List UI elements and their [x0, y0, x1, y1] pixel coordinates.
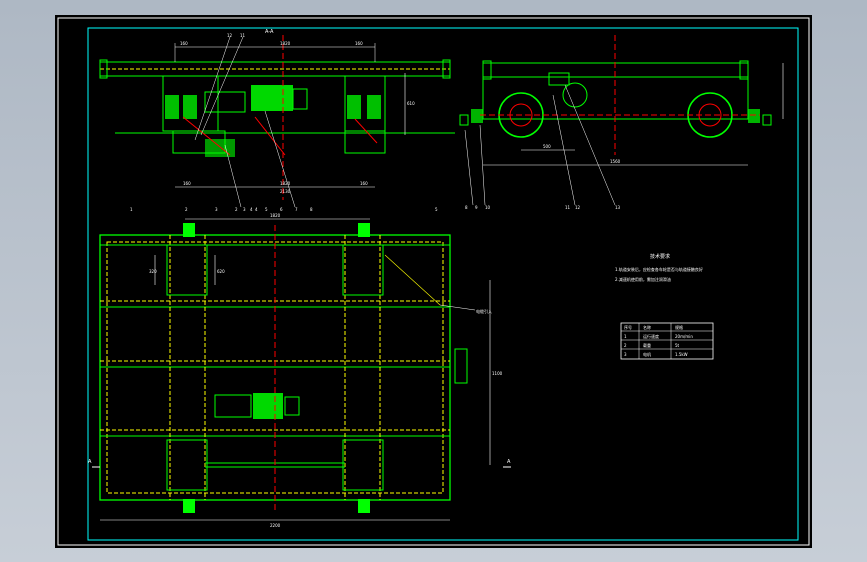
balloon-plan-1: 2: [185, 207, 188, 212]
balloon-side-4: 12: [575, 205, 581, 210]
section-mark-left: A: [88, 459, 92, 465]
cad-viewport[interactable]: A-A 160 1820 160 160 1820 160 2130 610 500 1560 182…: [0, 0, 867, 562]
section-mark-right: A: [507, 459, 511, 465]
dim-plan-right: 1100: [492, 371, 503, 376]
balloon-side-1: 9: [475, 205, 478, 210]
dim-front-height: 610: [407, 101, 415, 106]
balloon-front-3: 3: [243, 207, 246, 212]
balloon-plan-2: 3: [215, 207, 218, 212]
balloon-front-1: 12: [227, 33, 233, 38]
dim-side-total: 1560: [610, 159, 621, 164]
front-view: [99, 35, 455, 208]
dim-plan-bottom: 2200: [270, 523, 281, 528]
dim-plan-left-a: 320: [149, 269, 157, 274]
balloon-front-5: 5: [265, 207, 268, 212]
tech-requirements: 技术要求 1.轨道安装后，应检查各车轮是否与轨道接触良好 2.减速机使用前，需加…: [615, 253, 703, 282]
balloon-front-0: 11: [240, 33, 246, 38]
table-header-2: 规格: [675, 324, 683, 330]
dim-plan-left-b: 620: [217, 269, 225, 274]
table-cell-0-1: 运行速度: [643, 333, 659, 339]
section-label: A-A: [265, 29, 274, 35]
dim-front-bottom-2: 1820: [280, 181, 291, 186]
parameter-table: 序号 名称 规格 1 运行速度 20m/min 2 载重 5t 3 电机 1.5kW: [620, 322, 714, 360]
table-cell-1-2: 5t: [675, 343, 680, 348]
balloon-side-5: 13: [615, 205, 621, 210]
dim-front-bottom-1: 160: [183, 181, 191, 186]
balloon-plan-3: 4: [255, 207, 258, 212]
balloon-front-6: 6: [280, 207, 283, 212]
dim-side-wheelbase: 500: [543, 144, 551, 149]
callout-label: 电缆引入: [476, 308, 492, 314]
table-cell-0-0: 1: [624, 334, 627, 339]
tech-title: 技术要求: [650, 253, 670, 260]
dim-front-top-3: 160: [355, 41, 363, 46]
side-view: [459, 35, 784, 206]
drawing-canvas: A-A160 1820 160160 1820 16021306105001560182…: [57, 17, 810, 546]
dim-plan-top: 1820: [270, 213, 281, 218]
balloon-front-2: 2: [235, 207, 238, 212]
balloon-plan-4: 5: [435, 207, 438, 212]
dim-front-bottom-3: 160: [360, 181, 368, 186]
drawing-sheet: A-A 160 1820 160 160 1820 160 2130 610 500 1560 182…: [55, 15, 812, 548]
table-cell-2-0: 3: [624, 352, 627, 357]
table-header-0: 序号: [624, 324, 632, 330]
balloon-side-2: 10: [485, 205, 491, 210]
tech-line-1: 1.轨道安装后，应检查各车轮是否与轨道接触良好: [615, 266, 703, 272]
table-cell-2-2: 1.5kW: [675, 352, 688, 357]
balloon-side-0: 8: [465, 205, 468, 210]
table-cell-2-1: 电机: [643, 351, 651, 357]
table-cell-1-0: 2: [624, 343, 627, 348]
balloon-front-8: 8: [310, 207, 313, 212]
dim-front-top-2: 1820: [280, 41, 291, 46]
table-cell-1-1: 载重: [643, 342, 651, 348]
balloon-front-7: 7: [295, 207, 298, 212]
balloon-front-4: 4: [250, 207, 253, 212]
table-cell-0-2: 20m/min: [675, 334, 693, 339]
table-header-1: 名称: [643, 324, 651, 330]
dim-front-total: 2130: [280, 189, 291, 194]
balloon-plan-0: 1: [130, 207, 133, 212]
plan-view: [92, 218, 511, 521]
dim-front-top-1: 160: [180, 41, 188, 46]
tech-line-2: 2.减速机使用前，需加注润滑油: [615, 276, 671, 282]
balloon-side-3: 11: [565, 205, 571, 210]
